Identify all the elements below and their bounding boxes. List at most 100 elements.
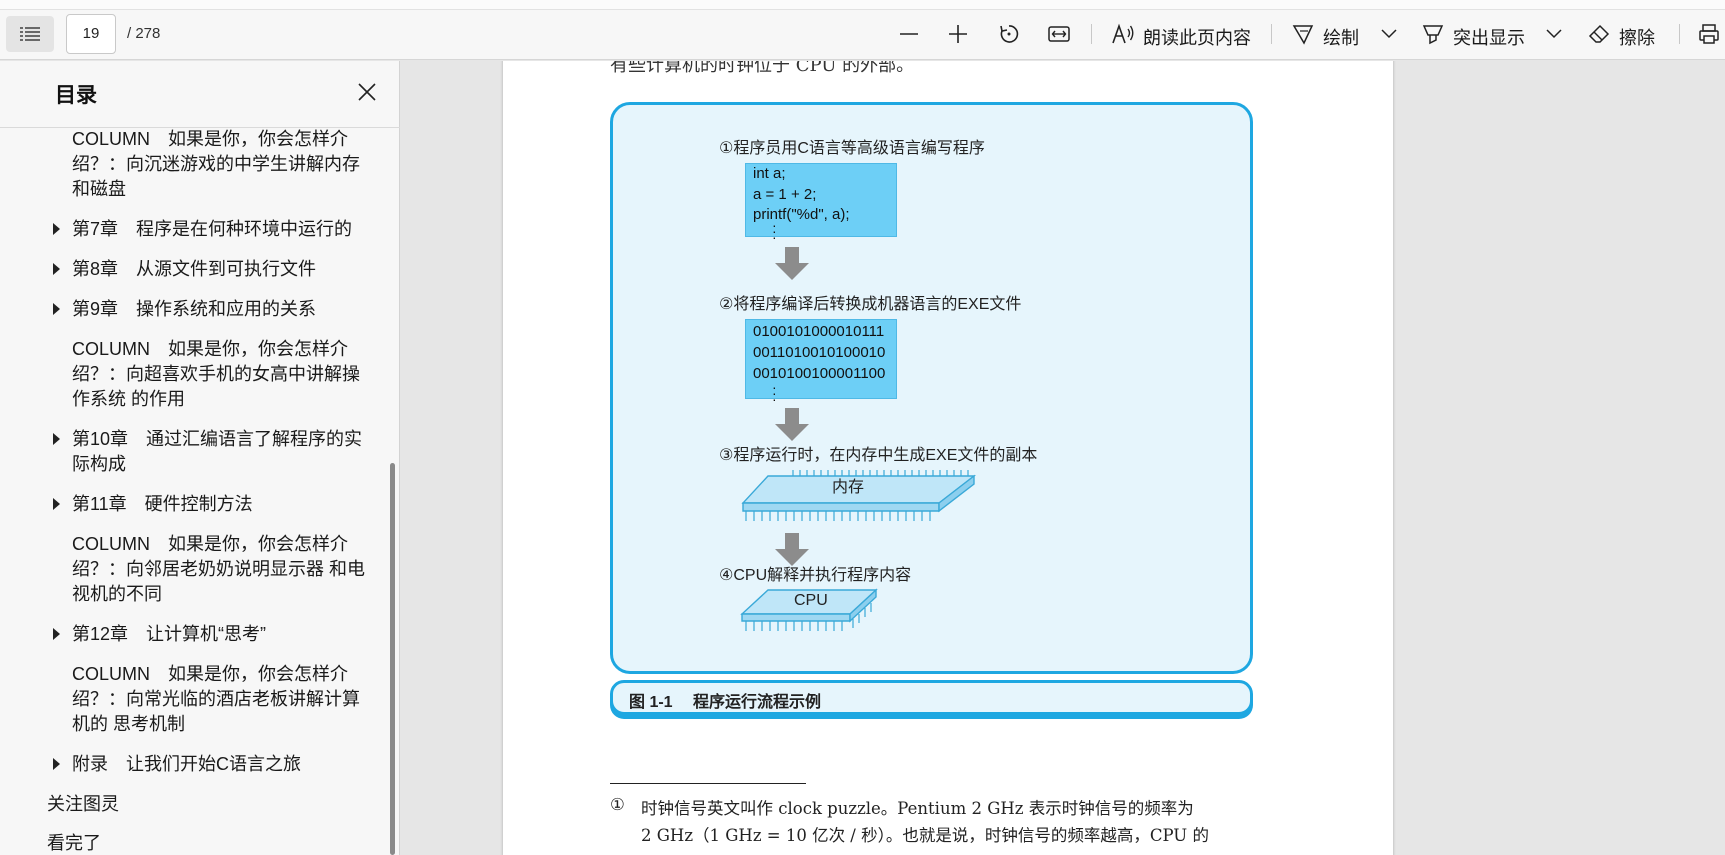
toc-toggle-button[interactable] [6,16,54,52]
code-line: a = 1 + 2; [753,186,817,203]
toc-item[interactable]: 第10章 通过汇编语言了解程序的实 际构成 [72,427,362,477]
step-2-label: ②将程序编译后转换成机器语言的EXE文件 [719,296,1022,313]
expand-arrow-icon[interactable] [53,433,60,445]
ellipsis-dots: · · · [772,379,777,407]
plus-icon [949,25,967,43]
figure-caption-text: 程序运行流程示例 [693,694,822,711]
toc-item-line: 第12章 让计算机“思考” [72,624,267,644]
print-button[interactable] [1697,22,1721,46]
minus-icon [900,33,918,35]
close-icon [358,83,376,101]
toc-item-line: 绍？：向超喜欢手机的女高中讲解操 [72,364,360,384]
draw-button[interactable]: 绘制 [1323,24,1359,50]
toc-item[interactable]: 第7章 程序是在何种环境中运行的 [72,217,352,242]
expand-arrow-icon[interactable] [53,628,60,640]
toc-item[interactable]: 看完了 [47,831,101,855]
toc-title: 目录 [55,84,97,107]
ellipsis-dots: · · · [772,217,777,245]
figure: ①程序员用C语言等高级语言编写程序 int a; a = 1 + 2; prin… [610,102,1253,715]
step-4-label: ④CPU解释并执行程序内容 [719,567,912,584]
pdf-page: 有些计算机的时钟位于 CPU 的外部。 ①程序员用C语言等高级语言编写程序 in… [503,61,1393,855]
expand-arrow-icon[interactable] [53,303,60,315]
rotate-icon [1000,25,1019,43]
expand-arrow-icon[interactable] [53,758,60,770]
toc-close-button[interactable] [356,81,378,103]
title-strip [0,0,1725,10]
figure-number: 图 1-1 [629,694,673,711]
footnote-line: 2 GHz（1 GHz = 10 亿次 / 秒）。也就是说，时钟信号的频率越高，… [641,826,1209,845]
toc-item-line: 看完了 [47,833,101,853]
binary-line: 0011010010100010 [753,344,886,361]
toc-item-line: 绍？：向常光临的酒店老板讲解计算 [72,689,360,709]
toc-item[interactable]: COLUMN 如果是你，你会怎样介 绍？：向超喜欢手机的女高中讲解操 作系统 的… [72,337,360,412]
highlight-button[interactable]: 突出显示 [1453,24,1525,50]
toc-item-line: COLUMN 如果是你，你会怎样介 [72,534,349,554]
toc-item[interactable]: 关注图灵 [47,792,119,817]
zoom-out-button[interactable] [897,22,921,46]
toc-item[interactable]: COLUMN 如果是你，你会怎样介 绍？：向邻居老奶奶说明显示器 和电 视机的不… [72,532,365,607]
body-text: 有些计算机的时钟位于 CPU 的外部。 [610,61,915,76]
fit-width-icon [1048,26,1070,42]
figure-panel: ①程序员用C语言等高级语言编写程序 int a; a = 1 + 2; prin… [610,102,1253,674]
expand-arrow-icon[interactable] [53,498,60,510]
toolbar-separator [1679,24,1680,44]
footnote-line: 时钟信号英文叫作 clock puzzle。Pentium 2 GHz 表示时钟… [641,799,1194,818]
toc-item-line: 附录 让我们开始C语言之旅 [72,754,301,774]
cpu-label: CPU [794,592,828,609]
document-viewer: 有些计算机的时钟位于 CPU 的外部。 ①程序员用C语言等高级语言编写程序 in… [401,61,1725,855]
list-icon [20,27,40,41]
toc-item-line: 际构成 [72,454,126,474]
rotate-button[interactable] [997,22,1021,46]
toc-item-line: 绍？：向沉迷游戏的中学生讲解内存 [72,154,360,174]
toc-item[interactable]: 第11章 硬件控制方法 [72,492,253,517]
page-total: / 278 [127,25,161,42]
toc-list: COLUMN 如果是你，你会怎样介 绍？：向沉迷游戏的中学生讲解内存 和磁盘 第… [0,127,390,855]
toc-sidebar: 目录 COLUMN 如果是你，你会怎样介 绍？：向沉迷游戏的中学生讲解内存 和磁… [0,61,400,855]
expand-arrow-icon[interactable] [53,223,60,235]
read-aloud-icon [1110,22,1136,46]
toc-item-line: 作系统 的作用 [72,389,186,409]
toc-item-line: COLUMN 如果是你，你会怎样介 [72,129,349,149]
code-line: int a; [753,165,786,182]
erase-button[interactable]: 擦除 [1619,24,1655,50]
toolbar: 19 / 278 朗读此页内容 绘制 突出显示 擦除 [0,0,1725,60]
toc-item[interactable]: 附录 让我们开始C语言之旅 [72,752,301,777]
toolbar-separator [1271,24,1272,44]
highlight-options-button[interactable] [1544,24,1564,44]
toc-item-line: 第9章 操作系统和应用的关系 [72,299,317,319]
printer-icon [1699,24,1719,44]
step-1-label: ①程序员用C语言等高级语言编写程序 [719,140,985,157]
draw-options-button[interactable] [1379,24,1399,44]
footnote-rule [610,783,806,784]
zoom-in-button[interactable] [946,22,970,46]
step-3-label: ③程序运行时，在内存中生成EXE文件的副本 [719,447,1038,464]
page-number-input[interactable]: 19 [66,14,116,54]
toc-item-line: 关注图灵 [47,794,119,814]
toc-item-line: 第11章 硬件控制方法 [72,494,253,514]
read-aloud-button[interactable]: 朗读此页内容 [1143,24,1251,50]
toc-item-line: 和磁盘 [72,179,126,199]
binary-line: 0100101000010111 [753,323,885,340]
chevron-down-icon [1546,29,1562,39]
chevron-down-icon [1381,29,1397,39]
fit-width-button[interactable] [1046,22,1072,46]
toc-item[interactable]: 第8章 从源文件到可执行文件 [72,257,316,282]
toc-item[interactable]: COLUMN 如果是你，你会怎样介 绍？：向常光临的酒店老板讲解计算 机的 思考… [72,662,360,737]
toc-item[interactable]: 第9章 操作系统和应用的关系 [72,297,316,322]
draw-icon [1291,22,1315,46]
code-line: printf("%d", a); [753,206,850,223]
arrow-down-icon [775,408,809,441]
expand-arrow-icon[interactable] [53,263,60,275]
memory-label: 内存 [832,479,865,496]
toolbar-separator [1091,24,1092,44]
toc-item[interactable]: COLUMN 如果是你，你会怎样介 绍？：向沉迷游戏的中学生讲解内存 和磁盘 [72,127,360,202]
toc-item-line: COLUMN 如果是你，你会怎样介 [72,664,349,684]
toc-item[interactable]: 第12章 让计算机“思考” [72,622,266,647]
arrow-down-icon [775,247,809,280]
footnote-marker: ① [610,795,625,814]
highlight-icon [1421,22,1445,46]
toc-item-line: COLUMN 如果是你，你会怎样介 [72,339,349,359]
figure-caption: 图 1-1 程序运行流程示例 [610,680,1253,715]
toc-scrollbar[interactable] [390,463,395,855]
toc-item-line: 第8章 从源文件到可执行文件 [72,259,317,279]
